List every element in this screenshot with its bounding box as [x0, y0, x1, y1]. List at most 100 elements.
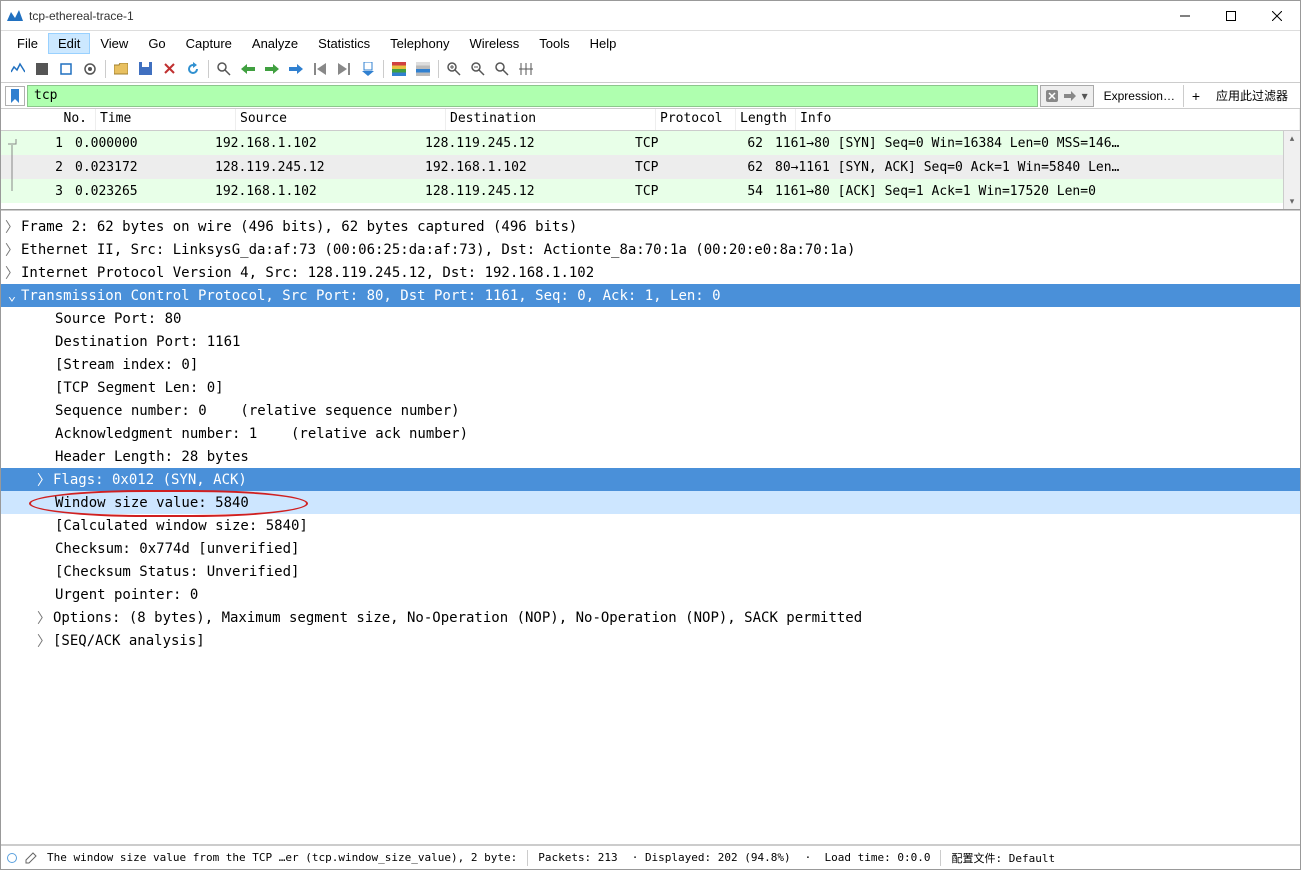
expand-icon[interactable]: 〉 — [37, 470, 51, 490]
collapse-icon[interactable]: ⌄ — [5, 288, 19, 304]
related-packet-icon — [4, 137, 20, 155]
cell-info: 80→1161 [SYN, ACK] Seq=0 Ack=1 Win=5840 … — [771, 158, 1300, 177]
go-last-icon[interactable] — [333, 58, 355, 80]
tree-acknum[interactable]: Acknowledgment number: 1 (relative ack n… — [1, 422, 1300, 445]
tree-seqnum[interactable]: Sequence number: 0 (relative sequence nu… — [1, 399, 1300, 422]
cell-info: 1161→80 [SYN] Seq=0 Win=16384 Len=0 MSS=… — [771, 134, 1300, 153]
menu-telephony[interactable]: Telephony — [380, 33, 459, 54]
col-header-protocol[interactable]: Protocol — [656, 109, 736, 130]
tree-seglen[interactable]: [TCP Segment Len: 0] — [1, 376, 1300, 399]
col-header-time[interactable]: Time — [96, 109, 236, 130]
col-header-source[interactable]: Source — [236, 109, 446, 130]
tree-urgptr[interactable]: Urgent pointer: 0 — [1, 583, 1300, 606]
start-capture-icon[interactable] — [7, 58, 29, 80]
col-header-info[interactable]: Info — [796, 109, 1300, 130]
stop-capture-icon[interactable] — [31, 58, 53, 80]
filter-dropdown-icon[interactable]: ▾ — [1079, 89, 1091, 103]
maximize-button[interactable] — [1208, 1, 1254, 31]
expand-icon[interactable]: 〉 — [5, 240, 19, 260]
display-filter-input[interactable] — [27, 85, 1038, 107]
clear-filter-icon[interactable] — [1043, 90, 1061, 102]
menu-statistics[interactable]: Statistics — [308, 33, 380, 54]
menu-edit[interactable]: Edit — [48, 33, 90, 54]
tree-stream[interactable]: [Stream index: 0] — [1, 353, 1300, 376]
save-file-icon[interactable] — [134, 58, 156, 80]
tree-winsize[interactable]: Window size value: 5840 — [1, 491, 1300, 514]
col-header-destination[interactable]: Destination — [446, 109, 656, 130]
expand-icon[interactable]: 〉 — [37, 608, 51, 628]
minimize-button[interactable] — [1162, 1, 1208, 31]
jump-to-icon[interactable] — [285, 58, 307, 80]
tree-hdrlen[interactable]: Header Length: 28 bytes — [1, 445, 1300, 468]
open-file-icon[interactable] — [110, 58, 132, 80]
menu-wireless[interactable]: Wireless — [459, 33, 529, 54]
tree-flags[interactable]: 〉Flags: 0x012 (SYN, ACK) — [1, 468, 1300, 491]
packet-list-header[interactable]: No. Time Source Destination Protocol Len… — [1, 109, 1300, 131]
menu-go[interactable]: Go — [138, 33, 175, 54]
go-first-icon[interactable] — [309, 58, 331, 80]
tree-ip[interactable]: 〉Internet Protocol Version 4, Src: 128.1… — [1, 261, 1300, 284]
tree-ckstat[interactable]: [Checksum Status: Unverified] — [1, 560, 1300, 583]
tree-checksum[interactable]: Checksum: 0x774d [unverified] — [1, 537, 1300, 560]
menu-help[interactable]: Help — [580, 33, 627, 54]
expert-info-icon[interactable] — [7, 853, 17, 863]
scroll-up-icon[interactable]: ▴ — [1290, 133, 1295, 144]
menu-analyze[interactable]: Analyze — [242, 33, 308, 54]
titlebar: tcp-ethereal-trace-1 — [1, 1, 1300, 31]
expand-icon[interactable]: 〉 — [37, 631, 51, 651]
find-icon[interactable] — [213, 58, 235, 80]
col-header-length[interactable]: Length — [736, 109, 796, 130]
zoom-in-icon[interactable] — [443, 58, 465, 80]
status-separator — [940, 850, 941, 866]
scroll-down-icon[interactable]: ▾ — [1290, 196, 1295, 207]
packet-row[interactable]: 3 0.023265 192.168.1.102 128.119.245.12 … — [1, 179, 1300, 203]
apply-filter-icon[interactable] — [1061, 91, 1079, 101]
expression-button[interactable]: Expression… — [1096, 85, 1184, 107]
packet-row[interactable]: 2 0.023172 128.119.245.12 192.168.1.102 … — [1, 155, 1300, 179]
packet-row[interactable]: 1 0.000000 192.168.1.102 128.119.245.12 … — [1, 131, 1300, 155]
menu-tools[interactable]: Tools — [529, 33, 579, 54]
filter-bookmark-icon[interactable] — [5, 86, 25, 106]
cell-info: 1161→80 [ACK] Seq=1 Ack=1 Win=17520 Len=… — [771, 182, 1300, 201]
restart-capture-icon[interactable] — [55, 58, 77, 80]
add-filter-button[interactable]: + — [1186, 88, 1206, 104]
expand-icon[interactable]: 〉 — [5, 263, 19, 283]
menu-view[interactable]: View — [90, 33, 138, 54]
close-file-icon[interactable] — [158, 58, 180, 80]
menu-capture[interactable]: Capture — [176, 33, 242, 54]
close-button[interactable] — [1254, 1, 1300, 31]
colorize-icon[interactable] — [388, 58, 410, 80]
resize-columns-icon[interactable] — [515, 58, 537, 80]
tree-dstport[interactable]: Destination Port: 1161 — [1, 330, 1300, 353]
tree-options[interactable]: 〉Options: (8 bytes), Maximum segment siz… — [1, 606, 1300, 629]
tree-frame[interactable]: 〉Frame 2: 62 bytes on wire (496 bits), 6… — [1, 215, 1300, 238]
menu-file[interactable]: File — [7, 33, 48, 54]
packet-list-scrollbar[interactable]: ▴ ▾ — [1283, 131, 1300, 209]
tree-ethernet[interactable]: 〉Ethernet II, Src: LinksysG_da:af:73 (00… — [1, 238, 1300, 261]
packet-list-pane: No. Time Source Destination Protocol Len… — [1, 109, 1300, 210]
toolbar — [1, 55, 1300, 83]
cell-length: 62 — [711, 158, 771, 177]
cell-time: 0.000000 — [71, 134, 211, 153]
go-back-icon[interactable] — [237, 58, 259, 80]
status-separator — [527, 850, 528, 866]
auto-scroll-icon[interactable] — [357, 58, 379, 80]
zoom-reset-icon[interactable] — [491, 58, 513, 80]
status-profile[interactable]: 配置文件: Default — [947, 850, 1059, 866]
tree-srcport[interactable]: Source Port: 80 — [1, 307, 1300, 330]
tree-seqack[interactable]: 〉[SEQ/ACK analysis] — [1, 629, 1300, 652]
edit-icon[interactable] — [25, 852, 37, 864]
apply-filter-hint[interactable]: 应用此过滤器 — [1208, 87, 1296, 104]
capture-options-icon[interactable] — [79, 58, 101, 80]
tree-tcp[interactable]: ⌄Transmission Control Protocol, Src Port… — [1, 284, 1300, 307]
tree-calcwin[interactable]: [Calculated window size: 5840] — [1, 514, 1300, 537]
toolbar-separator — [383, 60, 384, 78]
go-forward-icon[interactable] — [261, 58, 283, 80]
autoscroll-live-icon[interactable] — [412, 58, 434, 80]
cell-length: 54 — [711, 182, 771, 201]
expand-icon[interactable]: 〉 — [5, 217, 19, 237]
reload-icon[interactable] — [182, 58, 204, 80]
status-loadtime: · Load time: 0:0.0 — [801, 851, 935, 864]
col-header-no[interactable]: No. — [1, 109, 96, 130]
zoom-out-icon[interactable] — [467, 58, 489, 80]
